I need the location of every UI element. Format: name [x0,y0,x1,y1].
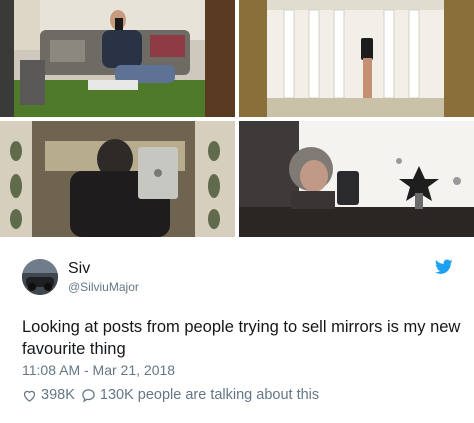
reply-button[interactable]: 130K people are talking about this [81,387,319,403]
speech-bubble-icon [82,388,95,402]
reply-summary: 130K people are talking about this [99,387,320,403]
display-name[interactable]: Siv [68,260,90,278]
tweet-actions: 398K 130K people are talking about this [22,387,325,403]
like-count: 398K [41,387,75,403]
twitter-bird-icon[interactable] [435,259,453,275]
avatar[interactable] [22,259,58,295]
tweet-timestamp[interactable]: 11:08 AM - Mar 21, 2018 [22,362,175,378]
photo-grid [0,0,474,237]
photo-mirror-tablet-ornate[interactable] [0,121,235,237]
tweet-text: Looking at posts from people trying to s… [22,318,461,358]
photo-mirror-phone-hallway[interactable] [239,0,474,117]
user-handle[interactable]: @SilviuMajor [68,280,139,294]
heart-icon [23,390,36,402]
like-button[interactable]: 398K [22,387,75,403]
photo-mirror-woman-phone[interactable] [239,121,474,237]
photo-mirror-selfie-man[interactable] [0,0,235,117]
tweet-card: Siv @SilviuMajor Looking at posts from p… [0,237,474,423]
